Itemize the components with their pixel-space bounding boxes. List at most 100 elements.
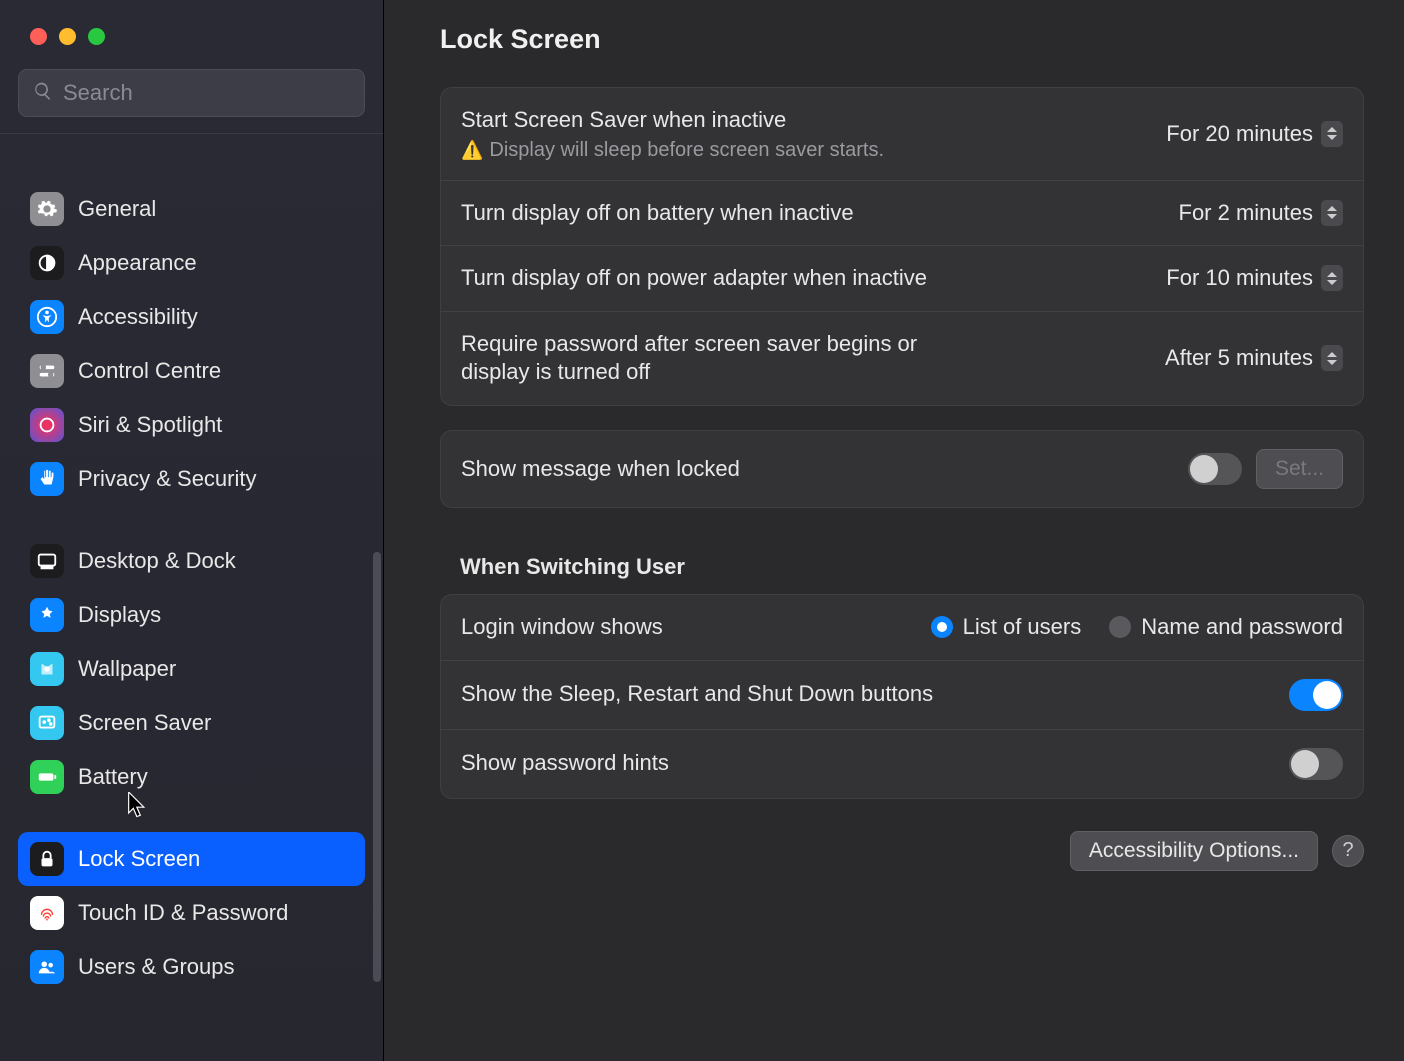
sidebar-item-label: Desktop & Dock — [78, 548, 236, 574]
row-show-message: Show message when locked Set... — [441, 431, 1363, 507]
radio-name-and-password[interactable]: Name and password — [1109, 614, 1343, 640]
row-require-password: Require password after screen saver begi… — [441, 312, 1363, 405]
row-sleep-restart-shutdown: Show the Sleep, Restart and Shut Down bu… — [441, 661, 1363, 730]
battery-icon — [30, 760, 64, 794]
row-login-window-shows: Login window shows List of users Name an… — [441, 595, 1363, 661]
sidebar-item-label: Displays — [78, 602, 161, 628]
appearance-icon — [30, 246, 64, 280]
sidebar-item-accessibility[interactable]: Accessibility — [18, 290, 365, 344]
row-label: Require password after screen saver begi… — [461, 330, 981, 387]
login-window-radio-group: List of users Name and password — [931, 614, 1343, 640]
row-label: Turn display off on battery when inactiv… — [461, 199, 1159, 228]
gear-icon — [30, 192, 64, 226]
set-message-button[interactable]: Set... — [1256, 449, 1343, 489]
row-label: Show message when locked — [461, 455, 1168, 484]
sleep-buttons-toggle[interactable] — [1289, 679, 1343, 711]
sidebar-item-label: General — [78, 196, 156, 222]
adapter-display-off-dropdown[interactable]: For 10 minutes — [1166, 265, 1343, 291]
switching-user-panel: Login window shows List of users Name an… — [440, 594, 1364, 799]
hand-icon — [30, 462, 64, 496]
row-label: Show the Sleep, Restart and Shut Down bu… — [461, 680, 1269, 709]
timing-panel: Start Screen Saver when inactive ⚠️ Disp… — [440, 87, 1364, 406]
sidebar-item-lock-screen[interactable]: Lock Screen — [18, 832, 365, 886]
radio-icon — [1109, 616, 1131, 638]
accessibility-options-button[interactable]: Accessibility Options... — [1070, 831, 1318, 871]
row-display-off-battery: Turn display off on battery when inactiv… — [441, 181, 1363, 247]
search-field[interactable] — [18, 69, 365, 117]
screensaver-icon — [30, 706, 64, 740]
sidebar-item-displays[interactable]: Displays — [18, 588, 365, 642]
row-warning: ⚠️ Display will sleep before screen save… — [461, 139, 1146, 162]
sidebar-nav: General Appearance Accessibility Control… — [0, 142, 383, 1061]
sidebar-item-battery[interactable]: Battery — [18, 750, 365, 804]
search-icon — [33, 81, 53, 106]
displays-icon — [30, 598, 64, 632]
main-content: Lock Screen Start Screen Saver when inac… — [384, 0, 1404, 1061]
row-label: Turn display off on power adapter when i… — [461, 264, 1146, 293]
row-screensaver-start: Start Screen Saver when inactive ⚠️ Disp… — [441, 88, 1363, 181]
sidebar-item-label: Siri & Spotlight — [78, 412, 222, 438]
lock-icon — [30, 842, 64, 876]
sidebar-item-label: Appearance — [78, 250, 197, 276]
show-message-toggle[interactable] — [1188, 453, 1242, 485]
sidebar-item-label: Users & Groups — [78, 954, 235, 980]
dock-icon — [30, 544, 64, 578]
accessibility-icon — [30, 300, 64, 334]
battery-display-off-dropdown[interactable]: For 2 minutes — [1179, 200, 1344, 226]
row-label: Start Screen Saver when inactive — [461, 106, 1146, 135]
sidebar-item-screen-saver[interactable]: Screen Saver — [18, 696, 365, 750]
sidebar-item-appearance[interactable]: Appearance — [18, 236, 365, 290]
sidebar-item-wallpaper[interactable]: Wallpaper — [18, 642, 365, 696]
radio-icon — [931, 616, 953, 638]
sidebar-item-desktop-dock[interactable]: Desktop & Dock — [18, 534, 365, 588]
message-panel: Show message when locked Set... — [440, 430, 1364, 508]
sidebar-item-label: Accessibility — [78, 304, 198, 330]
siri-icon — [30, 408, 64, 442]
zoom-window-button[interactable] — [88, 28, 105, 45]
screensaver-delay-dropdown[interactable]: For 20 minutes — [1166, 121, 1343, 147]
search-input[interactable] — [63, 80, 350, 106]
chevron-updown-icon — [1321, 121, 1343, 147]
radio-list-of-users[interactable]: List of users — [931, 614, 1082, 640]
minimize-window-button[interactable] — [59, 28, 76, 45]
touchid-icon — [30, 896, 64, 930]
sidebar-item-label: Privacy & Security — [78, 466, 257, 492]
window-controls — [0, 0, 383, 45]
control-centre-icon — [30, 354, 64, 388]
sidebar-item-label: Battery — [78, 764, 148, 790]
wallpaper-icon — [30, 652, 64, 686]
close-window-button[interactable] — [30, 28, 47, 45]
row-password-hints: Show password hints — [441, 730, 1363, 798]
nav-group-system: General Appearance Accessibility Control… — [18, 182, 365, 506]
nav-group-security: Lock Screen Touch ID & Password Users & … — [18, 832, 365, 994]
divider — [0, 133, 383, 134]
sidebar-item-label: Wallpaper — [78, 656, 176, 682]
sidebar-item-label: Screen Saver — [78, 710, 211, 736]
sidebar-item-general[interactable]: General — [18, 182, 365, 236]
sidebar-item-label: Touch ID & Password — [78, 900, 288, 926]
nav-group-display: Desktop & Dock Displays Wallpaper Screen… — [18, 534, 365, 804]
sidebar-item-touch-id[interactable]: Touch ID & Password — [18, 886, 365, 940]
warning-icon: ⚠️ — [461, 140, 483, 161]
sidebar-item-control-centre[interactable]: Control Centre — [18, 344, 365, 398]
password-hints-toggle[interactable] — [1289, 748, 1343, 780]
sidebar-item-users-groups[interactable]: Users & Groups — [18, 940, 365, 994]
chevron-updown-icon — [1321, 345, 1343, 371]
section-heading-switching-user: When Switching User — [440, 532, 1364, 594]
sidebar: General Appearance Accessibility Control… — [0, 0, 384, 1061]
help-button[interactable]: ? — [1332, 835, 1364, 867]
sidebar-item-privacy-security[interactable]: Privacy & Security — [18, 452, 365, 506]
row-label: Login window shows — [461, 613, 663, 642]
scrollbar[interactable] — [373, 552, 381, 982]
users-icon — [30, 950, 64, 984]
require-password-dropdown[interactable]: After 5 minutes — [1165, 345, 1343, 371]
sidebar-item-label: Control Centre — [78, 358, 221, 384]
row-label: Show password hints — [461, 749, 1269, 778]
page-title: Lock Screen — [440, 24, 1364, 55]
sidebar-item-siri-spotlight[interactable]: Siri & Spotlight — [18, 398, 365, 452]
chevron-updown-icon — [1321, 265, 1343, 291]
row-display-off-adapter: Turn display off on power adapter when i… — [441, 246, 1363, 312]
sidebar-item-label: Lock Screen — [78, 846, 200, 872]
footer-actions: Accessibility Options... ? — [440, 831, 1364, 871]
chevron-updown-icon — [1321, 200, 1343, 226]
